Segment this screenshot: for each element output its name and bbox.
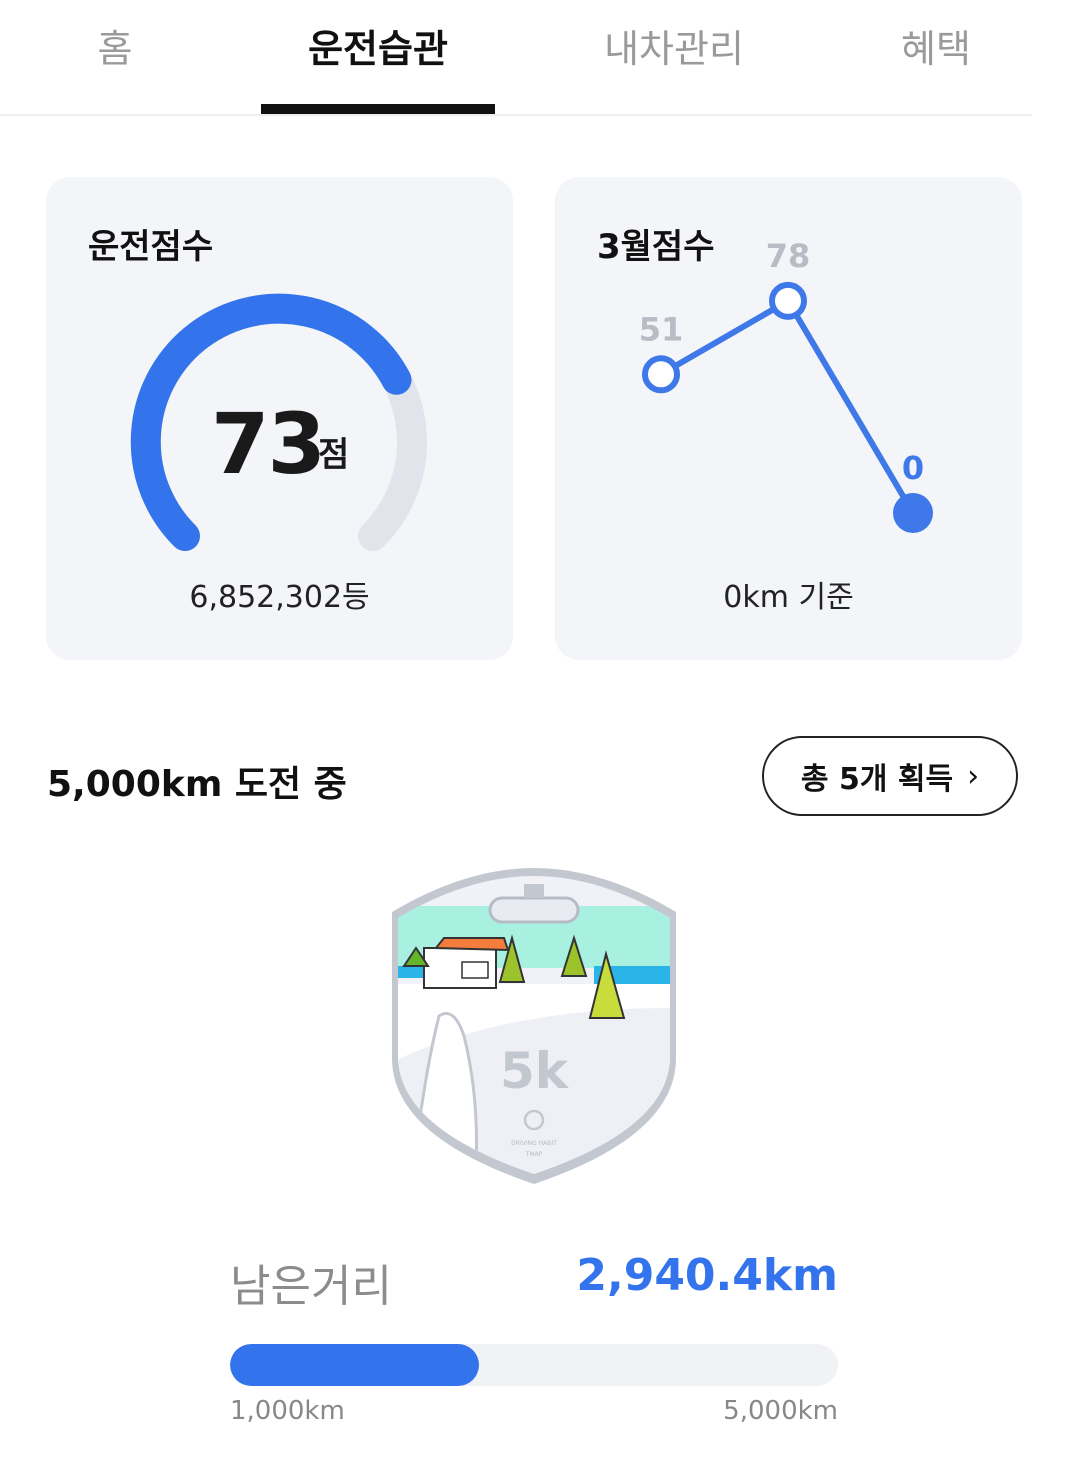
progress-range-max: 5,000km [723, 1396, 838, 1426]
chart-data-label: 51 [639, 310, 684, 348]
chart-data-label: 78 [766, 237, 811, 275]
chart-point [769, 281, 807, 320]
5k-badge-shield: 5k DRIVING HABIT TMAP [392, 868, 676, 1184]
driving-score-unit: 점 [318, 435, 350, 475]
badges-earned-button[interactable]: 총 5개 획득 › [762, 736, 1018, 816]
tab-benefits[interactable]: 혜택 [866, 18, 1006, 73]
shield-caption-2: TMAP [525, 1151, 543, 1158]
tab-driving-habit[interactable]: 운전습관 [278, 18, 478, 73]
progress-range-min: 1,000km [230, 1396, 345, 1426]
distance-progress-bar [230, 1344, 838, 1386]
remaining-distance-value: 2,940.4km [576, 1250, 838, 1301]
shield-5k-text: 5k [500, 1042, 570, 1100]
driving-score-title: 운전점수 [88, 227, 214, 267]
tab-home[interactable]: 홈 [70, 18, 160, 73]
badges-earned-label: 총 5개 획득 [800, 762, 954, 797]
driving-score-value: 73 [211, 395, 326, 493]
driving-score-rank: 6,852,302등 [189, 580, 370, 615]
monthly-score-card[interactable]: 3월점수 51 78 0 0km 기준 [555, 177, 1022, 660]
monthly-score-footnote: 0km 기준 [723, 580, 854, 615]
chart-data-label: 0 [902, 449, 924, 487]
driving-score-card[interactable]: 운전점수 73 점 6,852,302등 [46, 177, 513, 660]
chart-point [893, 493, 933, 533]
chart-point [642, 355, 680, 394]
shield-caption-1: DRIVING HABIT [511, 1140, 557, 1147]
active-tab-indicator [261, 104, 495, 114]
chart-line-segment [785, 299, 916, 515]
monthly-score-chart: 51 78 0 [639, 237, 933, 533]
chevron-right-icon: › [967, 758, 980, 794]
remaining-distance-label: 남은거리 [230, 1261, 392, 1312]
top-tab-bar: 홈 운전습관 내차관리 혜택 [0, 0, 1032, 116]
distance-progress-fill [230, 1344, 480, 1386]
challenge-title: 5,000km 도전 중 [47, 764, 347, 805]
tab-car-management[interactable]: 내차관리 [574, 18, 774, 73]
